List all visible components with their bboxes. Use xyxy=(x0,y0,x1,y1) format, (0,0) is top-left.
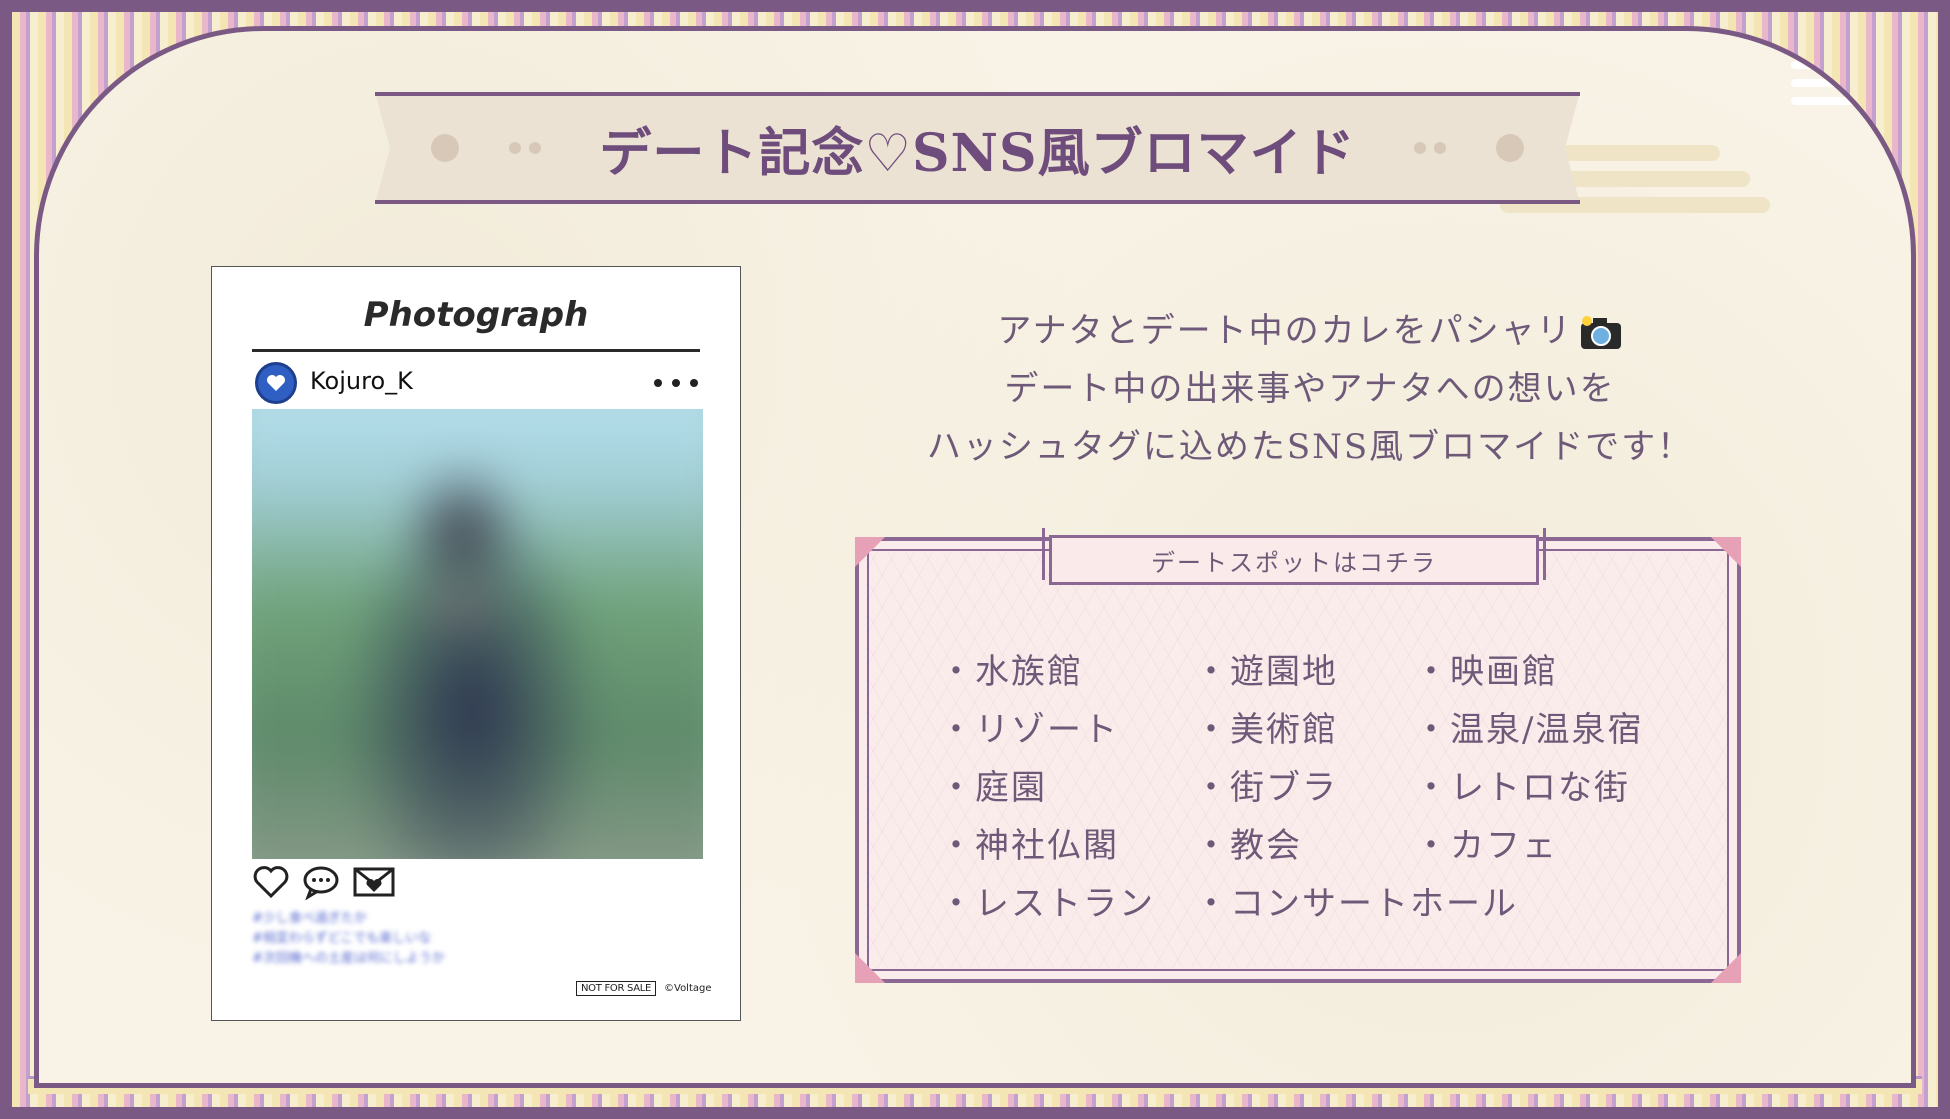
page-title: デート記念♡SNS風ブロマイド xyxy=(599,122,1356,184)
caption-line: #次回機への土産は何にしようか xyxy=(252,951,445,966)
spot-heading: デートスポットはコチラ xyxy=(1042,528,1546,585)
list-item: ・コンサートホール xyxy=(1194,884,1518,924)
list-item: ・庭園 xyxy=(939,768,1047,808)
copyright: ©Voltage xyxy=(664,983,712,994)
avatar-heart-icon xyxy=(267,375,285,391)
speech-bubble-icon xyxy=(303,866,339,901)
list-item: ・温泉/温泉宿 xyxy=(1414,710,1644,750)
date-spot-frame: デートスポットはコチラ ・水族館 ・遊園地 ・映画館 ・リゾート ・美術館 ・温… xyxy=(855,528,1741,983)
photo-card: Photograph Kojuro_K #少し食べ過ぎたか #相変わらずどこでも… xyxy=(211,266,741,1021)
card-divider xyxy=(252,349,700,352)
description-line-2: デート中の出来事やアナタへの想いを xyxy=(1004,369,1616,409)
blurred-photo xyxy=(252,409,703,859)
post-actions xyxy=(252,864,402,904)
more-dots-icon xyxy=(654,379,698,387)
camera-icon xyxy=(1580,316,1621,349)
description-line-1: アナタとデート中のカレをパシャリ xyxy=(997,311,1573,351)
post-caption: #少し食べ過ぎたか #相変わらずどこでも楽しいな #次回機への土産は何にしようか xyxy=(252,909,552,969)
caption-line: #相変わらずどこでも楽しいな xyxy=(252,931,432,946)
list-item: ・遊園地 xyxy=(1194,652,1338,692)
heart-icon xyxy=(253,866,289,899)
list-item: ・教会 xyxy=(1194,826,1302,866)
card-brand: Photograph xyxy=(363,295,589,335)
corner-ornament-icon xyxy=(855,953,885,983)
list-item: ・水族館 xyxy=(939,652,1083,692)
spot-list: ・水族館 ・遊園地 ・映画館 ・リゾート ・美術館 ・温泉/温泉宿 ・庭園 ・街… xyxy=(939,649,1659,927)
list-item: ・神社仏閣 xyxy=(939,826,1119,866)
username: Kojuro_K xyxy=(310,367,413,395)
decorative-lines xyxy=(1791,61,1911,115)
list-item: ・リゾート xyxy=(939,710,1119,750)
list-item: ・レトロな街 xyxy=(1414,768,1630,808)
list-item: ・レストラン xyxy=(939,884,1155,924)
corner-ornament-icon xyxy=(1711,953,1741,983)
list-item: ・美術館 xyxy=(1194,710,1338,750)
description-line-3: ハッシュタグに込めたSNS風ブロマイドです！ xyxy=(926,427,1694,467)
list-item: ・カフェ xyxy=(1414,826,1558,866)
envelope-heart-icon xyxy=(353,867,395,897)
list-item: ・街ブラ xyxy=(1194,768,1338,808)
description: アナタとデート中のカレをパシャリ デート中の出来事やアナタへの想いを ハッシュタ… xyxy=(860,302,1760,476)
not-for-sale-label: NOT FOR SALE xyxy=(576,981,657,996)
list-item: ・映画館 xyxy=(1414,652,1558,692)
corner-ornament-icon xyxy=(1711,537,1741,567)
avatar xyxy=(255,362,297,404)
caption-line: #少し食べ過ぎたか xyxy=(252,911,367,926)
corner-ornament-icon xyxy=(855,537,885,567)
title-banner: デート記念♡SNS風ブロマイド xyxy=(375,92,1580,204)
